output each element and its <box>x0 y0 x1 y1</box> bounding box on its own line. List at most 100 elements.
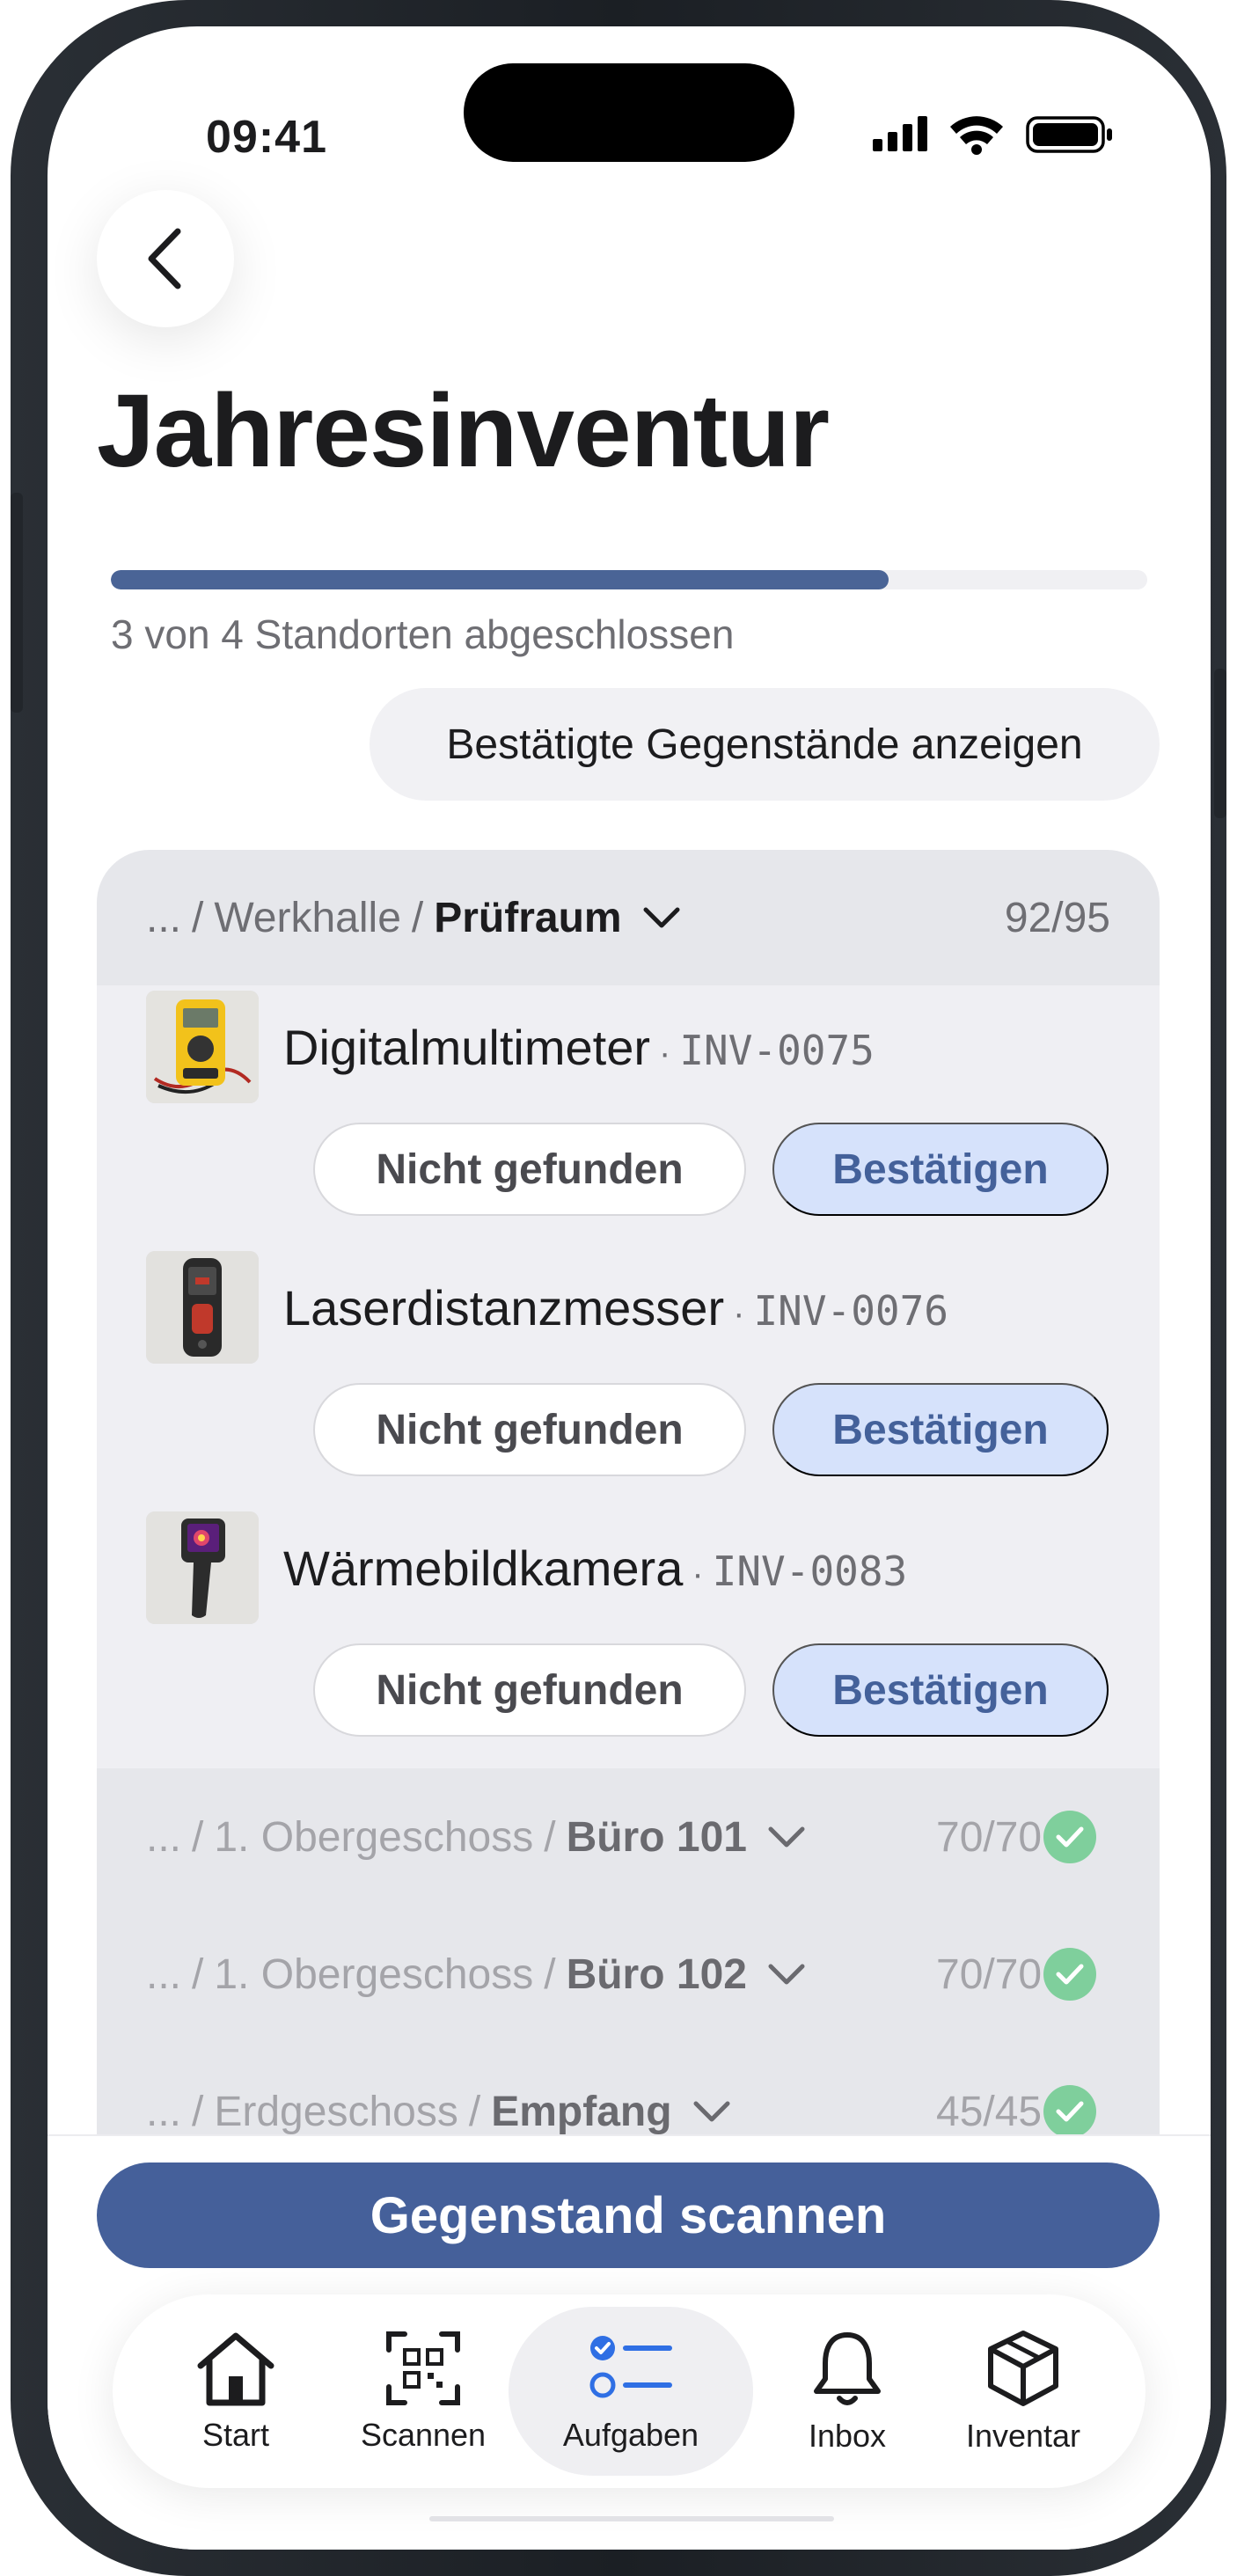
home-indicator <box>429 2516 834 2521</box>
path-separator: / <box>192 1950 204 1998</box>
path-separator: / <box>192 2088 204 2135</box>
not-found-button[interactable]: Nicht gefunden <box>313 1123 746 1216</box>
separator-dot: · <box>659 1034 671 1072</box>
item-title: Digitalmultimeter · INV-0075 <box>283 1019 875 1076</box>
check-icon <box>1043 1948 1096 2001</box>
chevron-down-icon <box>692 2098 732 2125</box>
side-button-right <box>1214 669 1226 818</box>
location-path: ... / Werkhalle / Prüfraum <box>146 894 682 942</box>
path-middle: Erdgeschoss <box>214 2088 458 2135</box>
path-separator: / <box>468 2088 481 2135</box>
box-icon <box>988 2331 1058 2406</box>
phone-frame: 09:41 Jahresinventur 3 von 4 Standorten … <box>11 0 1226 2576</box>
tab-label: Aufgaben <box>562 2417 699 2453</box>
path-separator: / <box>411 894 424 941</box>
separator-dot: · <box>733 1294 745 1333</box>
path-current: Büro 102 <box>566 1950 747 1998</box>
path-current: Prüfraum <box>434 894 622 941</box>
task-list-icon <box>589 2336 672 2398</box>
path-separator: / <box>544 1950 556 1998</box>
item-title: Laserdistanzmesser · INV-0076 <box>283 1279 948 1336</box>
item-title: Wärmebildkamera · INV-0083 <box>283 1540 907 1597</box>
check-icon <box>1043 1811 1096 1863</box>
list-item: Wärmebildkamera · INV-0083 Nicht gefunden … <box>97 1511 1160 1772</box>
bottom-bar: Gegenstand scannen Start Scannen Aufgabe… <box>48 2134 1211 2550</box>
tab-aufgaben[interactable]: Aufgaben <box>509 2307 753 2476</box>
progress-fill <box>111 570 889 589</box>
item-code: INV-0075 <box>679 1027 875 1074</box>
status-icons <box>873 113 1137 157</box>
path-prefix: ... <box>146 894 182 941</box>
tab-bar: Start Scannen Aufgaben Inbox Inventar <box>113 2294 1146 2488</box>
tab-label: Inbox <box>808 2418 887 2454</box>
path-middle: 1. Obergeschoss <box>214 1950 534 1998</box>
list-item: Digitalmultimeter · INV-0075 Nicht gefunde… <box>97 991 1160 1251</box>
location-path: ... / 1. Obergeschoss / Büro 101 <box>146 1813 807 1862</box>
qr-code-icon <box>386 2331 460 2405</box>
location-count: 92/95 <box>1004 894 1110 941</box>
item-name: Wärmebildkamera <box>283 1540 684 1596</box>
wifi-icon <box>950 116 1003 155</box>
battery-icon <box>1026 116 1112 153</box>
separator-dot: · <box>692 1555 704 1593</box>
tab-label: Start <box>201 2417 270 2453</box>
back-button[interactable] <box>97 190 234 327</box>
path-prefix: ... <box>146 1950 182 1998</box>
bell-icon <box>814 2332 881 2405</box>
item-code: INV-0083 <box>712 1548 908 1595</box>
thermal-camera-icon <box>146 1511 259 1624</box>
show-confirmed-button[interactable]: Bestätigte Gegenstände anzeigen <box>370 688 1160 801</box>
check-icon <box>1043 2085 1096 2138</box>
path-separator: / <box>192 1813 204 1861</box>
item-name: Laserdistanzmesser <box>283 1280 725 1336</box>
progress-bar <box>111 570 1147 589</box>
location-path: ... / Erdgeschoss / Empfang <box>146 2088 732 2136</box>
path-middle: 1. Obergeschoss <box>214 1813 534 1861</box>
home-icon <box>197 2332 274 2406</box>
location-path: ... / 1. Obergeschoss / Büro 102 <box>146 1950 807 1999</box>
confirm-button[interactable]: Bestätigen <box>772 1123 1109 1216</box>
tab-label: Inventar <box>965 2418 1081 2454</box>
path-current: Empfang <box>491 2088 672 2135</box>
location-count: 70/70 <box>936 1950 1043 1998</box>
page-title: Jahresinventur <box>97 373 830 489</box>
tab-start[interactable]: Start <box>174 2294 297 2488</box>
tab-scannen[interactable]: Scannen <box>348 2294 498 2488</box>
chevron-down-icon <box>766 1961 807 1987</box>
chevron-down-icon <box>766 1824 807 1850</box>
locations-card: ... / Werkhalle / Prüfraum 92/95 Digital… <box>97 850 1160 2152</box>
status-time: 09:41 <box>206 112 327 163</box>
not-found-button[interactable]: Nicht gefunden <box>313 1383 746 1476</box>
chevron-left-icon <box>148 228 181 289</box>
path-prefix: ... <box>146 1813 182 1861</box>
location-count: 70/70 <box>936 1813 1043 1861</box>
multimeter-icon <box>146 991 259 1103</box>
not-found-button[interactable]: Nicht gefunden <box>313 1643 746 1737</box>
side-button-left <box>11 493 23 713</box>
progress-label: 3 von 4 Standorten abgeschlossen <box>111 611 735 657</box>
location-count: 45/45 <box>936 2088 1043 2135</box>
confirm-button[interactable]: Bestätigen <box>772 1383 1109 1476</box>
path-middle: Werkhalle <box>214 894 401 941</box>
tab-inventar[interactable]: Inventar <box>948 2294 1098 2488</box>
path-separator: / <box>544 1813 556 1861</box>
screen: 09:41 Jahresinventur 3 von 4 Standorten … <box>48 26 1211 2550</box>
path-current: Büro 101 <box>566 1813 747 1861</box>
laser-distance-meter-icon <box>146 1251 259 1364</box>
item-name: Digitalmultimeter <box>283 1020 650 1075</box>
item-list: Digitalmultimeter · INV-0075 Nicht gefunde… <box>97 985 1160 1768</box>
confirm-button[interactable]: Bestätigen <box>772 1643 1109 1737</box>
location-header-active[interactable]: ... / Werkhalle / Prüfraum 92/95 <box>97 850 1160 985</box>
chevron-down-icon <box>641 904 682 931</box>
path-prefix: ... <box>146 2088 182 2135</box>
tab-inbox[interactable]: Inbox <box>781 2294 913 2488</box>
item-code: INV-0076 <box>753 1287 948 1335</box>
path-separator: / <box>192 894 204 941</box>
dynamic-island <box>464 63 794 162</box>
tab-label: Scannen <box>360 2417 487 2453</box>
location-row-completed[interactable]: ... / 1. Obergeschoss / Büro 101 70/70 <box>97 1768 1160 1906</box>
scan-item-button[interactable]: Gegenstand scannen <box>97 2163 1160 2268</box>
location-row-completed[interactable]: ... / 1. Obergeschoss / Büro 102 70/70 <box>97 1906 1160 2043</box>
signal-icon <box>873 116 927 151</box>
list-item: Laserdistanzmesser · INV-0076 Nicht gefund… <box>97 1251 1160 1511</box>
